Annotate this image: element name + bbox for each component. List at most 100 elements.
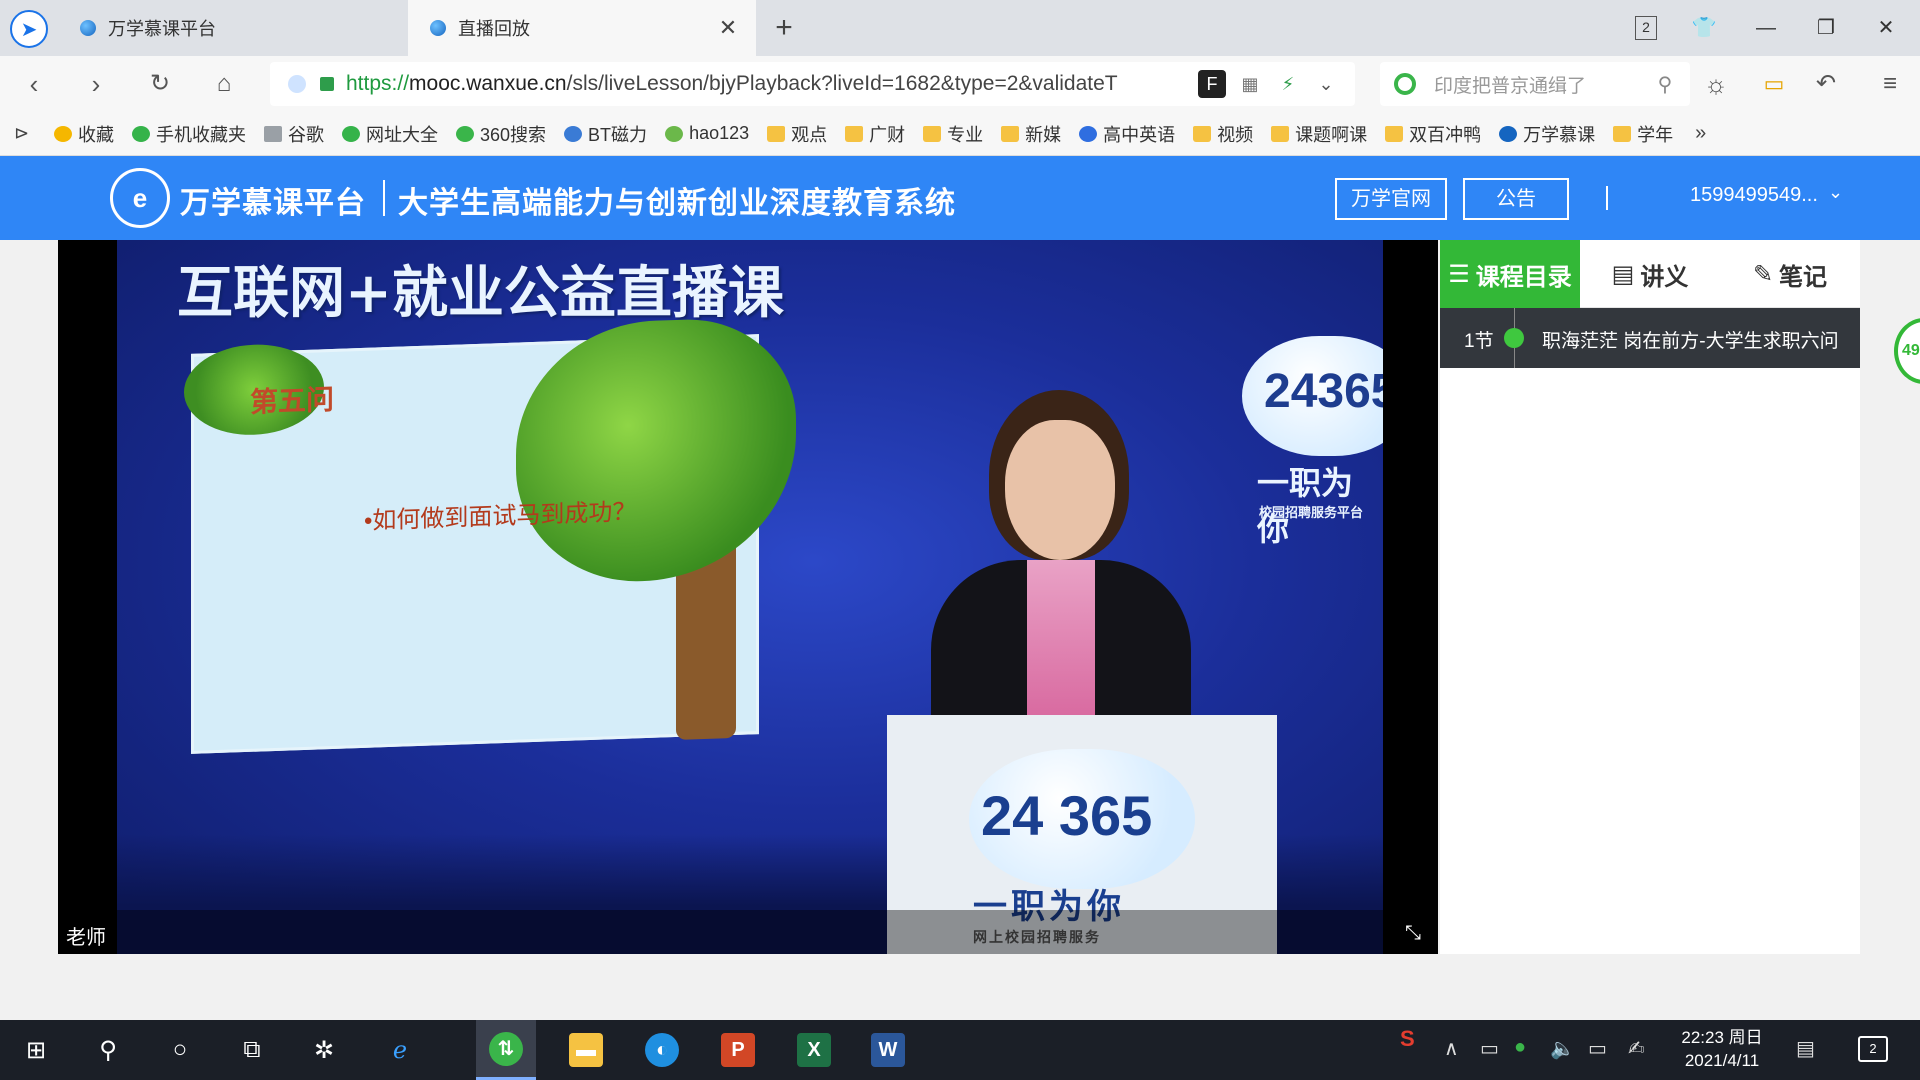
bookmark-list: 收藏 手机收藏夹 谷歌 网址大全 360搜索 BT磁力 hao123 观点 广财 专业 新媒 高中英语… <box>54 121 1691 147</box>
tab-course-catalog[interactable]: ☰ 课程目录 <box>1440 240 1580 308</box>
close-tab-icon[interactable]: ✕ <box>714 14 742 42</box>
network-icon[interactable]: ▭ <box>1588 1036 1607 1061</box>
shirt-skin-icon[interactable]: 👕 <box>1686 10 1722 46</box>
minimize-icon[interactable]: — <box>1748 10 1784 46</box>
home-icon[interactable]: ⌂ <box>206 66 242 102</box>
bookmark-item[interactable]: 网址大全 <box>342 121 438 147</box>
restore-icon[interactable]: ❐ <box>1808 10 1844 46</box>
task-view-icon[interactable]: ⧉ <box>222 1020 282 1080</box>
bookmark-item[interactable]: 观点 <box>767 121 827 147</box>
search-placeholder[interactable]: 印度把普京通缉了 <box>1434 71 1650 98</box>
video-player[interactable]: 互联网+就业公益直播课 第五问 •如何做到面试马到成功？ 24365 一职为你 … <box>58 240 1438 954</box>
tab-wanxue-mooc[interactable]: 万学慕课平台 <box>62 0 408 56</box>
bookmark-item[interactable]: 手机收藏夹 <box>132 121 246 147</box>
wanxue-favicon-icon <box>80 20 96 36</box>
forward-icon[interactable]: › <box>78 66 114 102</box>
sidebar-toggle-icon[interactable]: ⊳ <box>14 123 38 144</box>
bookmarks-more-icon[interactable]: » <box>1695 122 1706 145</box>
bookmark-item[interactable]: 双百冲鸭 <box>1385 121 1481 147</box>
search-icon[interactable]: ⚲ <box>78 1020 138 1080</box>
bookmark-label: 双百冲鸭 <box>1409 124 1482 145</box>
edge-icon[interactable]: ◐ <box>632 1020 692 1080</box>
new-tab-icon[interactable]: + <box>766 10 802 46</box>
word-icon[interactable]: W <box>858 1020 918 1080</box>
ie-browser-icon[interactable]: ℯ <box>370 1020 430 1080</box>
list-icon: ☰ <box>1448 260 1470 288</box>
bookmark-item[interactable]: 广财 <box>845 121 905 147</box>
undo-icon[interactable]: ↶ <box>1808 66 1844 102</box>
bookmark-item[interactable]: 课题啊课 <box>1271 121 1367 147</box>
bookmark-item[interactable]: 专业 <box>923 121 983 147</box>
lightning-icon[interactable]: ⚡ <box>1274 70 1302 98</box>
bookmark-item[interactable]: 谷歌 <box>264 121 324 147</box>
bookmark-item[interactable]: hao123 <box>665 123 749 144</box>
menu-icon[interactable]: ≡ <box>1872 66 1908 102</box>
battery-icon[interactable]: ▭ <box>1480 1036 1499 1061</box>
browser-logo-icon[interactable]: ➤ <box>10 10 48 48</box>
wanxue-logo-icon[interactable]: e <box>110 168 170 228</box>
exit-fullscreen-icon[interactable]: ⤡ <box>1400 920 1426 946</box>
file-explorer-icon[interactable]: ▬ <box>556 1020 616 1080</box>
excel-icon[interactable]: X <box>784 1020 844 1080</box>
bookmark-item[interactable]: 视频 <box>1193 121 1253 147</box>
notice-button[interactable]: 公告 <box>1463 178 1569 220</box>
bookmark-item[interactable]: 新媒 <box>1001 121 1061 147</box>
search-engine-icon[interactable] <box>1394 73 1416 95</box>
tab-live-playback[interactable]: 直播回放 ✕ <box>408 0 756 56</box>
bookmark-item[interactable]: 学年 <box>1613 121 1673 147</box>
volume-icon[interactable]: 🔈 <box>1550 1036 1575 1061</box>
battery-icon[interactable]: ▭ <box>1756 66 1792 102</box>
pen-icon[interactable]: ✍ <box>1628 1036 1645 1061</box>
official-site-button[interactable]: 万学官网 <box>1335 178 1447 220</box>
reload-icon[interactable]: ↻ <box>142 66 178 102</box>
powerpoint-icon[interactable]: P <box>708 1020 768 1080</box>
bookmark-label: 课题啊课 <box>1295 124 1368 145</box>
podium-number: 24 365 <box>981 784 1153 847</box>
notes-icon[interactable]: ▤ <box>1796 1036 1815 1061</box>
cortana-icon[interactable]: ○ <box>150 1020 210 1080</box>
windows-start-icon[interactable]: ⊞ <box>6 1020 66 1080</box>
tab-handout[interactable]: ▤ 讲义 <box>1580 240 1720 308</box>
bookmark-item[interactable]: 万学慕课 <box>1499 121 1595 147</box>
bookmark-label: 视频 <box>1217 124 1254 145</box>
hao123-icon <box>665 125 684 142</box>
address-bar[interactable]: https://mooc.wanxue.cn/sls/liveLesson/bj… <box>270 62 1355 106</box>
bookmark-item[interactable]: 高中英语 <box>1079 121 1175 147</box>
site-name[interactable]: 万学慕课平台 <box>180 178 366 222</box>
lesson-index: 1节 <box>1464 331 1494 352</box>
system-clock[interactable]: 22:23 周日 2021/4/11 <box>1672 1026 1772 1072</box>
qr-code-icon[interactable]: ▦ <box>1236 70 1264 98</box>
pinwheel-app-icon[interactable]: ✲ <box>294 1020 354 1080</box>
bookmark-item[interactable]: BT磁力 <box>564 121 647 147</box>
url-text[interactable]: https://mooc.wanxue.cn/sls/liveLesson/bj… <box>346 72 1188 96</box>
back-icon[interactable]: ‹ <box>16 66 52 102</box>
tab-count-badge[interactable]: 2 <box>1635 16 1657 40</box>
user-account[interactable]: 1599499549... <box>1690 184 1818 207</box>
chevron-down-icon[interactable]: ⌄ <box>1828 182 1843 203</box>
lock-icon <box>320 77 334 91</box>
bt-icon <box>564 125 583 142</box>
chevron-down-icon[interactable]: ⌄ <box>1312 70 1340 98</box>
folder-icon <box>1385 125 1404 142</box>
chevron-up-icon[interactable]: ∧ <box>1444 1036 1459 1061</box>
logo-number: 24365 <box>1264 365 1383 418</box>
close-window-icon[interactable]: ✕ <box>1868 10 1904 46</box>
bookmark-item[interactable]: 收藏 <box>54 121 114 147</box>
presentation-slide: 第五问 •如何做到面试马到成功？ <box>184 315 796 754</box>
sogou-input-icon[interactable]: S <box>1400 1026 1415 1052</box>
bookmark-label: 新媒 <box>1025 124 1062 145</box>
security-app-icon[interactable]: ● <box>1514 1036 1526 1059</box>
folder-icon <box>845 125 864 142</box>
web-icon <box>342 125 360 142</box>
tab-notes[interactable]: ✎ 笔记 <box>1720 240 1860 308</box>
search-360-icon <box>456 125 474 142</box>
search-icon[interactable]: ⚲ <box>1650 72 1680 97</box>
floating-badge[interactable]: 49 <box>1894 318 1920 384</box>
bookmark-item[interactable]: 360搜索 <box>456 121 546 147</box>
taskbar-browser-icon[interactable]: ⇅ <box>476 1020 536 1080</box>
lesson-item[interactable]: 1节 职海茫茫 岗在前方-大学生求职六问 <box>1440 308 1860 368</box>
brightness-icon[interactable]: ☼ <box>1698 66 1734 102</box>
notification-center-icon[interactable]: 2 <box>1858 1036 1888 1062</box>
search-box[interactable]: 印度把普京通缉了 ⚲ <box>1380 62 1690 106</box>
extension-f-icon[interactable]: F <box>1198 70 1226 98</box>
